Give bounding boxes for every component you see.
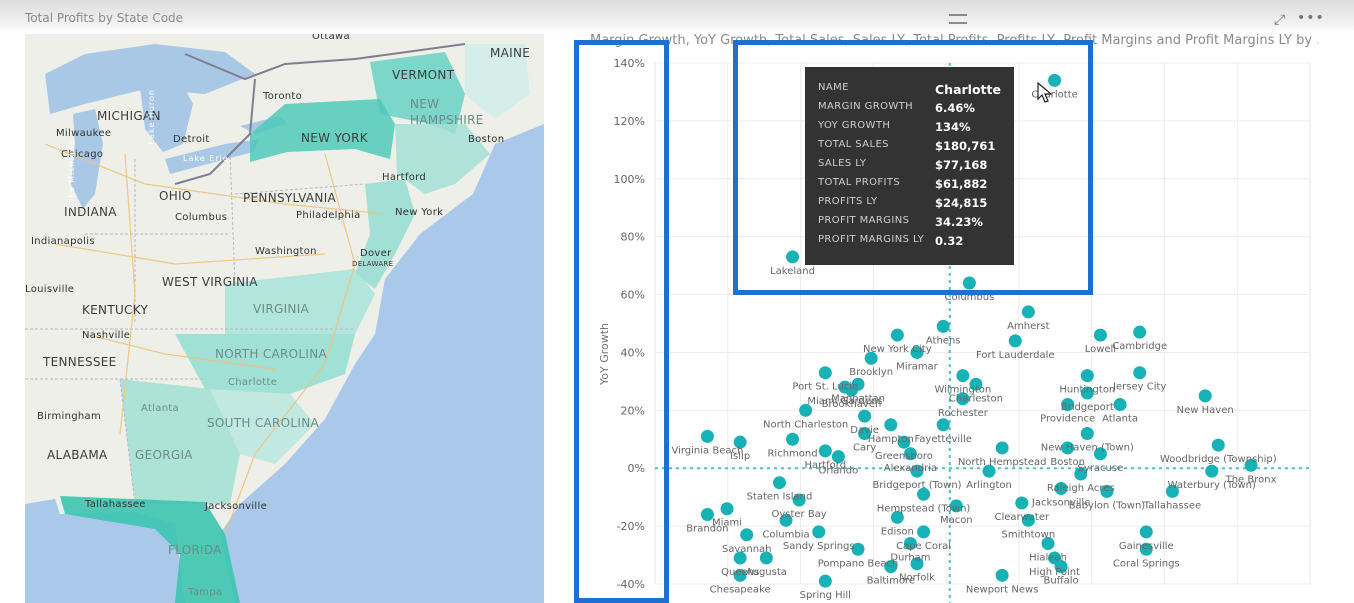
scatter-point-label: New York City	[863, 344, 932, 355]
scatter-point-label: Coral Springs	[1113, 558, 1180, 569]
scatter-plot: 140%120%100%80%60%40%20%0%-20%-40% YoY G…	[598, 57, 1311, 603]
scatter-point-label: Staten Island	[747, 492, 813, 503]
scatter-point-label: Bridgeport (Town)	[872, 480, 961, 491]
scatter-point[interactable]	[812, 525, 826, 539]
scatter-point-label: Augusta	[746, 567, 787, 578]
scatter-point-label: Sandy Springs	[783, 541, 855, 552]
scatter-point-label: Islip	[730, 451, 750, 462]
scatter-point-label: Hempstead (Town)	[877, 503, 971, 514]
mouse-cursor-icon	[1037, 82, 1053, 103]
scatter-point[interactable]	[1015, 496, 1029, 510]
scatter-point-label: Providence	[1040, 414, 1095, 425]
scatter-point[interactable]	[936, 319, 950, 333]
scatter-point[interactable]	[1080, 369, 1094, 383]
annotation-box-y-axis	[574, 40, 669, 603]
scatter-point[interactable]	[1205, 464, 1219, 478]
scatter-point[interactable]	[995, 441, 1009, 455]
scatter-point[interactable]	[1113, 398, 1127, 412]
scatter-point[interactable]	[917, 525, 931, 539]
scatter-point-label: Huntington	[1059, 385, 1115, 396]
scatter-point-label: Brooklyn	[849, 367, 893, 378]
scatter-point-label: Greensboro	[875, 451, 933, 462]
scatter-point-label: Bridgeport	[1061, 402, 1114, 413]
scatter-point-label: Fort Lauderdale	[976, 350, 1055, 361]
scatter-point-label: North Charleston	[763, 419, 848, 430]
scatter-point-label: Cary	[853, 442, 876, 453]
scatter-point-label: Richmond	[767, 448, 817, 459]
scatter-point[interactable]	[1198, 389, 1212, 403]
scatter-point-label: Athens	[926, 335, 961, 346]
scatter-point-label: Oyster Bay	[771, 509, 826, 520]
scatter-point-label: The Bronx	[1225, 474, 1277, 485]
scatter-point-label: Brookhaven	[822, 399, 882, 410]
scatter-point-label: Buffalo	[1044, 576, 1079, 587]
scatter-point-label: Babylon (Town)	[1069, 500, 1146, 511]
scatter-point[interactable]	[818, 444, 832, 458]
scatter-point[interactable]	[1080, 426, 1094, 440]
scatter-point[interactable]	[1211, 438, 1225, 452]
scatter-point-label: Rochester	[938, 408, 989, 419]
scatter-point-label: Clearwater	[994, 512, 1050, 523]
scatter-point[interactable]	[995, 568, 1009, 582]
scatter-point[interactable]	[720, 502, 734, 516]
scatter-point-label: Arlington	[966, 480, 1012, 491]
scatter-point-label: Atlanta	[1102, 414, 1138, 425]
scatter-point-label: Edison	[881, 526, 914, 537]
scatter-point[interactable]	[858, 409, 872, 423]
scatter-point-label: Chesapeake	[710, 584, 771, 595]
scatter-point-label: Gainesville	[1119, 541, 1174, 552]
scatter-point[interactable]	[786, 432, 800, 446]
scatter-point-label: Hialeah	[1029, 552, 1067, 563]
scatter-point[interactable]	[1133, 325, 1147, 339]
scatter-point-label: Raleigh Acres	[1047, 483, 1115, 494]
scatter-point[interactable]	[884, 418, 898, 432]
scatter-point-label: Charleston	[949, 393, 1003, 404]
scatter-point[interactable]	[1093, 328, 1107, 342]
scatter-point-label: Jersey City	[1112, 382, 1166, 393]
scatter-point[interactable]	[1133, 366, 1147, 380]
scatter-point-label: Columbia	[762, 529, 809, 540]
scatter-point[interactable]	[956, 369, 970, 383]
scatter-point-label: Syracuse	[1078, 463, 1124, 474]
scatter-point-label: Amherst	[1007, 321, 1049, 332]
scatter-point-label: North Hempstead	[958, 457, 1047, 468]
scatter-point[interactable]	[740, 528, 754, 542]
scatter-point-label: Cape Coral	[896, 541, 951, 552]
scatter-point-label: Tallahassee	[1143, 500, 1201, 511]
scatter-point[interactable]	[772, 476, 786, 490]
scatter-point[interactable]	[700, 429, 714, 443]
scatter-point-label: Brandon	[686, 524, 728, 535]
scatter-point[interactable]	[1139, 525, 1153, 539]
scatter-point[interactable]	[818, 366, 832, 380]
scatter-point-label: Woodbridge (Township)	[1160, 454, 1277, 465]
scatter-point-label: Miramar	[896, 361, 939, 372]
scatter-point-label: Newport News	[966, 584, 1039, 595]
annotation-box-tooltip	[733, 40, 1093, 295]
scatter-point-label: New Haven	[1177, 405, 1234, 416]
scatter-point-label: Port St. Lucie	[792, 382, 858, 393]
scatter-point-label: Smithtown	[1002, 529, 1056, 540]
scatter-point-label: Pompano Beach	[818, 558, 899, 569]
scatter-point-label: New Haven (Town)	[1041, 442, 1134, 453]
scatter-point-label: Durham	[890, 552, 930, 563]
scatter-point[interactable]	[890, 328, 904, 342]
scatter-point-label: Cambridge	[1112, 341, 1167, 352]
scatter-point[interactable]	[936, 418, 950, 432]
scatter-point[interactable]	[818, 574, 832, 588]
scatter-point-label: Orlando	[819, 466, 859, 477]
scatter-point-label: Baltimore	[867, 576, 915, 587]
scatter-point-label: Fayetteville	[914, 434, 971, 445]
scatter-point[interactable]	[1008, 334, 1022, 348]
scatter-point-label: Savannah	[722, 544, 772, 555]
scatter-point-label: Spring Hill	[800, 590, 851, 601]
scatter-point[interactable]	[1021, 305, 1035, 319]
scatter-point-label: Macon	[940, 515, 973, 526]
scatter-point-label: Alexandria	[884, 463, 937, 474]
